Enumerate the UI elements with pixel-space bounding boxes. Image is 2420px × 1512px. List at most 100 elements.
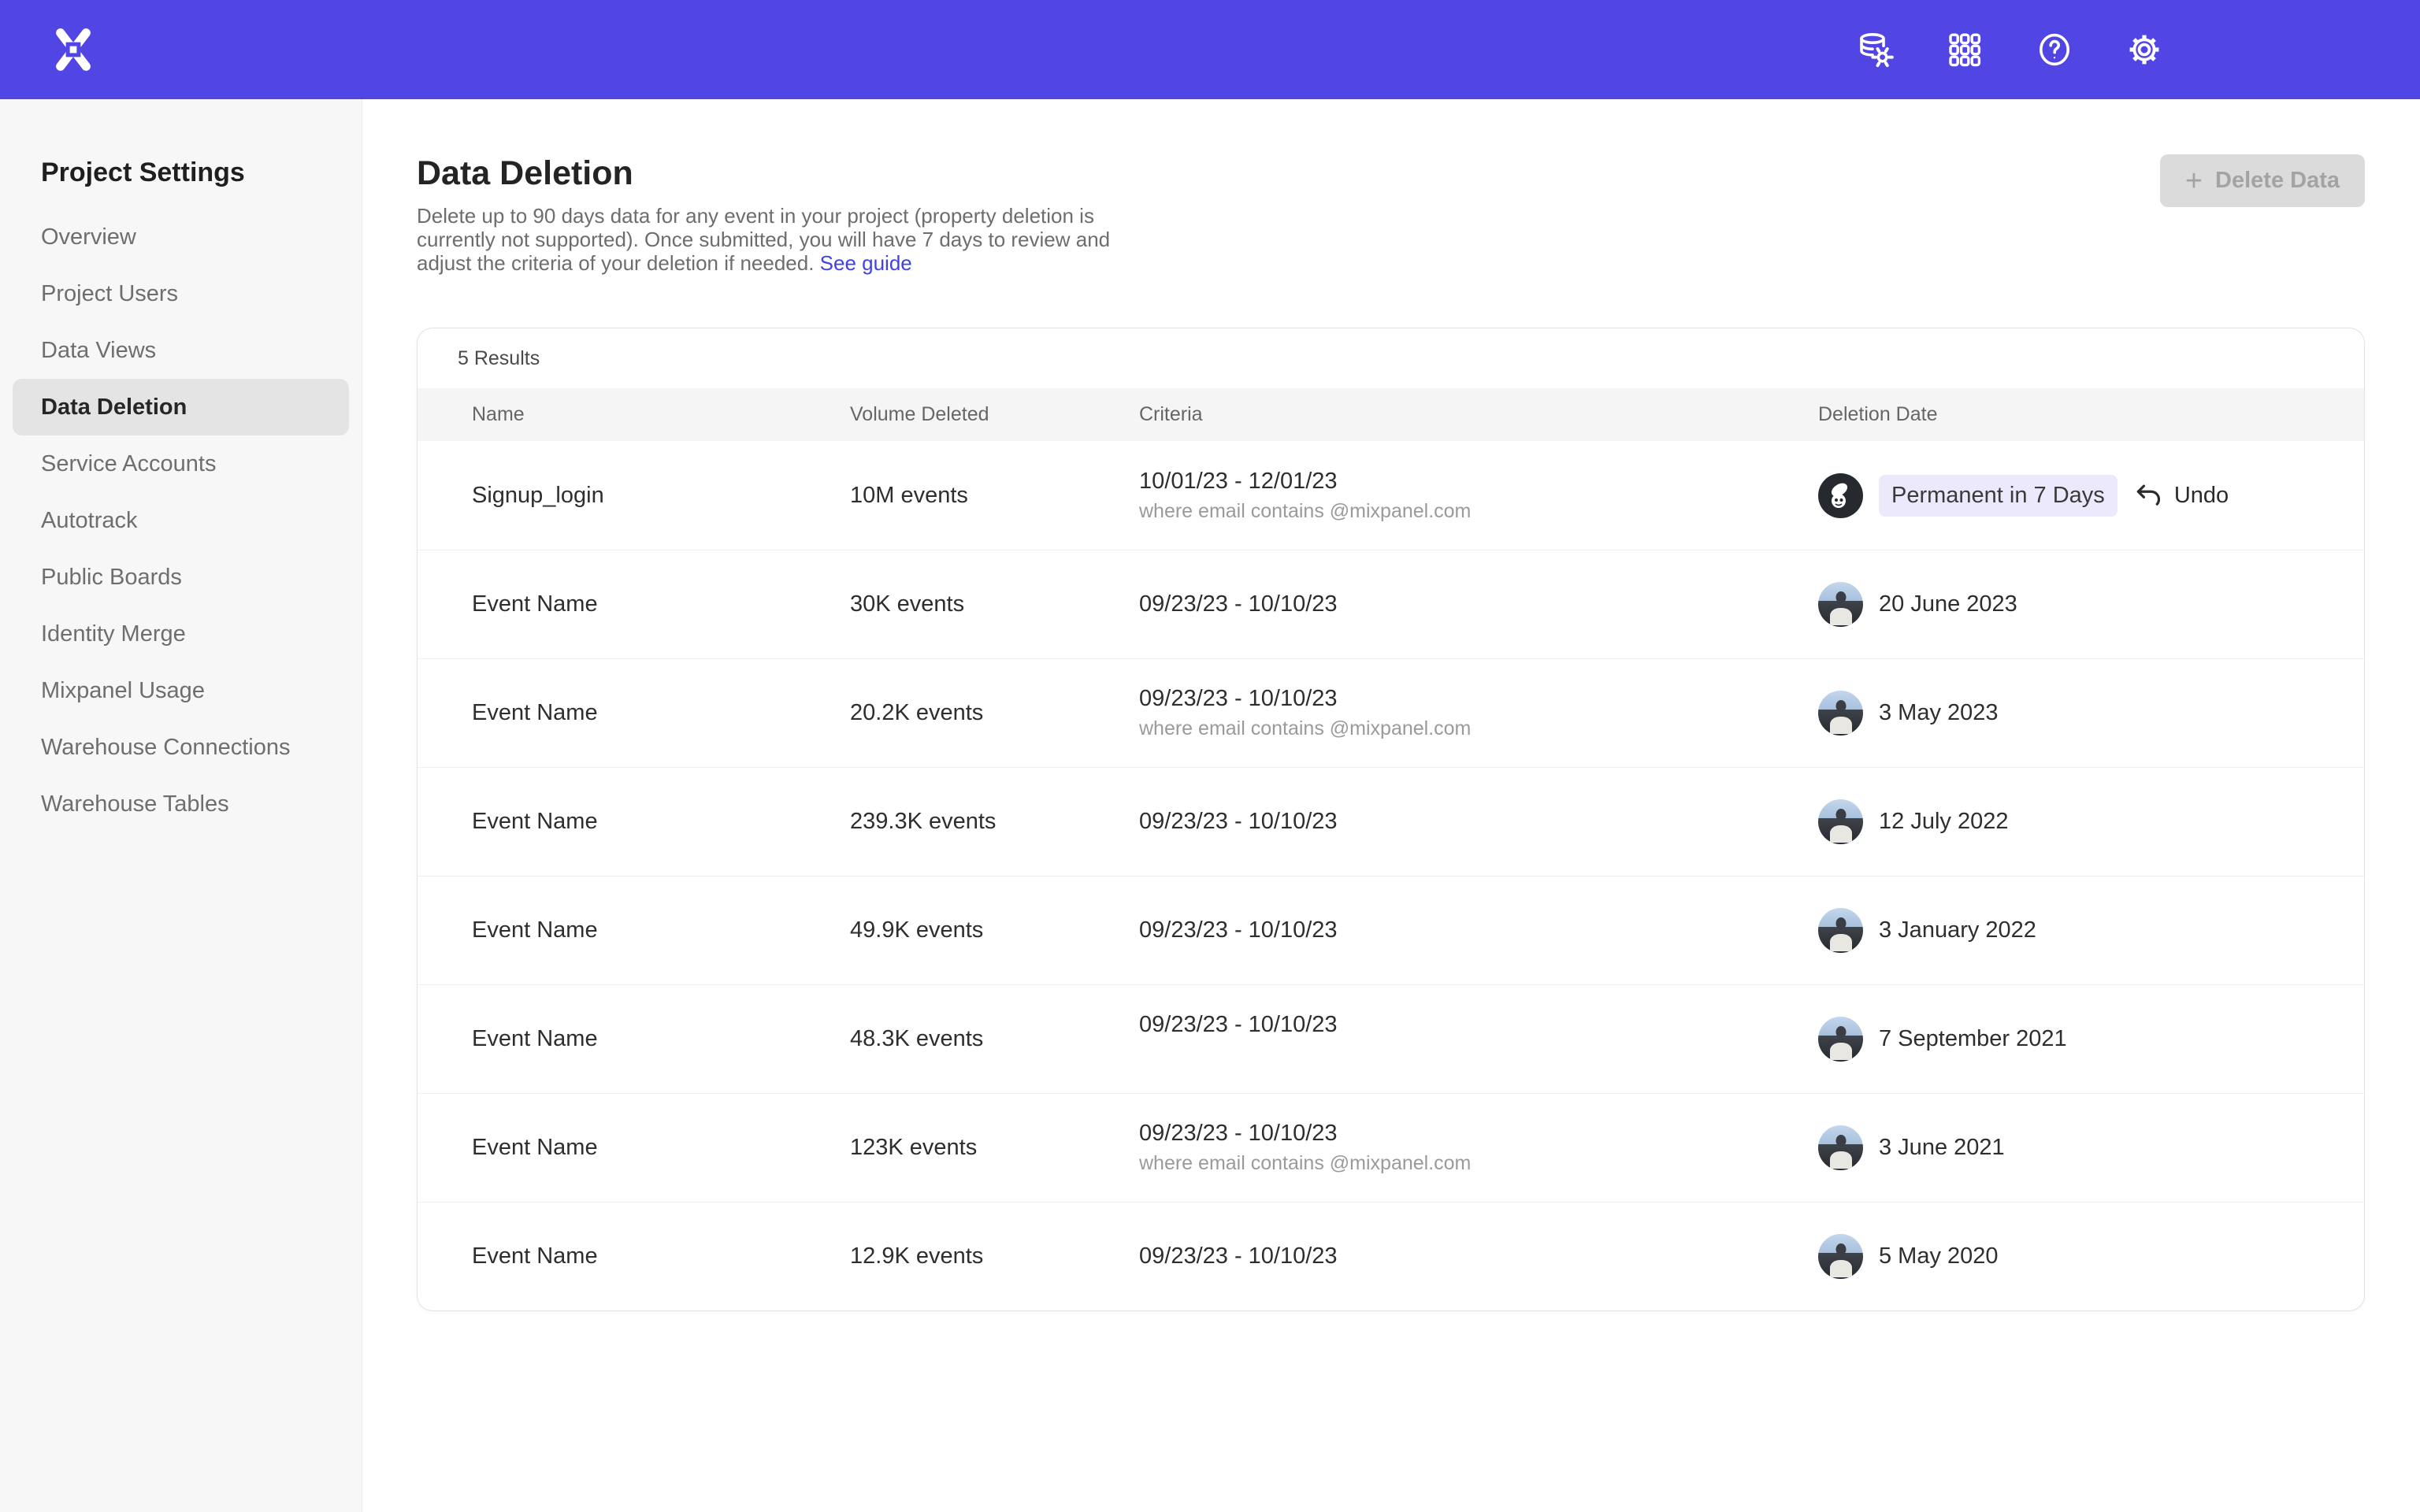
sidebar-item-project-users[interactable]: Project Users <box>13 265 349 322</box>
delete-data-button[interactable]: + Delete Data <box>2160 154 2365 207</box>
help-icon[interactable] <box>2036 31 2073 69</box>
delete-data-button-label: Delete Data <box>2215 168 2340 194</box>
apps-grid-icon[interactable] <box>1946 31 1984 69</box>
sidebar-item-public-boards[interactable]: Public Boards <box>13 549 349 606</box>
row-name: Event Name <box>472 700 850 726</box>
sidebar-item-label: Project Users <box>41 281 178 307</box>
data-management-icon[interactable] <box>1856 31 1894 69</box>
row-criteria-range: 09/23/23 - 10/10/23 <box>1139 1012 1818 1038</box>
deletion-date-text: 12 July 2022 <box>1879 809 2008 835</box>
plus-icon: + <box>2185 166 2203 196</box>
sidebar-item-label: Data Views <box>41 338 156 364</box>
table-row: Event Name 239.3K events 09/23/23 - 10/1… <box>418 767 2364 876</box>
row-criteria-range: 09/23/23 - 10/10/23 <box>1139 1121 1818 1147</box>
row-name: Signup_login <box>472 483 850 509</box>
row-name: Event Name <box>472 1026 850 1052</box>
row-deletion-date: 12 July 2022 <box>1818 799 2317 844</box>
row-volume: 239.3K events <box>850 809 1139 835</box>
sidebar-item-label: Mixpanel Usage <box>41 678 205 704</box>
user-avatar <box>1818 908 1863 953</box>
sidebar-item-label: Data Deletion <box>41 395 187 421</box>
table-row: Event Name 12.9K events 09/23/23 - 10/10… <box>418 1202 2364 1310</box>
row-criteria-subtext <box>1139 1043 1818 1066</box>
row-volume: 30K events <box>850 591 1139 617</box>
page-title: Data Deletion <box>417 154 2365 193</box>
user-avatar <box>1818 1017 1863 1062</box>
page-description-text: Delete up to 90 days data for any event … <box>417 204 1110 275</box>
column-header-volume-deleted: Volume Deleted <box>850 403 1139 426</box>
sidebar-item-autotrack[interactable]: Autotrack <box>13 492 349 549</box>
row-deletion-date: 3 January 2022 <box>1818 908 2317 953</box>
deletion-date-text: 5 May 2020 <box>1879 1243 1999 1269</box>
row-name: Event Name <box>472 1243 850 1269</box>
sidebar-item-warehouse-connections[interactable]: Warehouse Connections <box>13 719 349 776</box>
mixpanel-logo[interactable] <box>50 26 96 73</box>
sidebar-item-label: Warehouse Connections <box>41 735 291 761</box>
row-name: Event Name <box>472 591 850 617</box>
see-guide-link[interactable]: See guide <box>820 251 912 275</box>
sidebar-item-label: Overview <box>41 224 136 250</box>
table-row: Event Name 30K events 09/23/23 - 10/10/2… <box>418 550 2364 658</box>
row-criteria-subtext: where email contains @mixpanel.com <box>1139 717 1818 740</box>
top-navbar <box>0 0 2420 99</box>
column-header-criteria: Criteria <box>1139 403 1818 426</box>
sidebar-item-overview[interactable]: Overview <box>13 209 349 265</box>
row-criteria: 09/23/23 - 10/10/23 <box>1139 809 1818 835</box>
settings-icon[interactable] <box>2125 31 2163 69</box>
deletion-table-card: 5 Results Name Volume Deleted Criteria D… <box>417 328 2365 1311</box>
table-row: Event Name 20.2K events 09/23/23 - 10/10… <box>418 658 2364 767</box>
user-avatar <box>1818 1125 1863 1170</box>
sidebar-item-label: Identity Merge <box>41 621 186 647</box>
table-row: Event Name 49.9K events 09/23/23 - 10/10… <box>418 876 2364 984</box>
row-criteria: 09/23/23 - 10/10/23 where email contains… <box>1139 1121 1818 1175</box>
row-criteria-range: 09/23/23 - 10/10/23 <box>1139 809 1818 835</box>
row-name: Event Name <box>472 917 850 943</box>
deletion-date-text: 7 September 2021 <box>1879 1026 2067 1052</box>
column-header-deletion-date: Deletion Date <box>1818 403 2364 426</box>
row-deletion-date: 3 May 2023 <box>1818 691 2317 736</box>
table-body: Signup_login 10M events 10/01/23 - 12/01… <box>418 441 2364 1310</box>
user-avatar <box>1818 582 1863 627</box>
undo-label: Undo <box>2174 483 2229 509</box>
sidebar-item-warehouse-tables[interactable]: Warehouse Tables <box>13 776 349 832</box>
user-avatar <box>1818 1234 1863 1279</box>
row-deletion-date: 7 September 2021 <box>1818 1017 2317 1062</box>
sidebar-title: Project Settings <box>41 158 362 188</box>
undo-icon <box>2133 480 2163 510</box>
sidebar-item-data-deletion[interactable]: Data Deletion <box>13 379 349 435</box>
row-volume: 12.9K events <box>850 1243 1139 1269</box>
row-criteria: 09/23/23 - 10/10/23 <box>1139 591 1818 617</box>
sidebar-item-mixpanel-usage[interactable]: Mixpanel Usage <box>13 662 349 719</box>
row-volume: 49.9K events <box>850 917 1139 943</box>
row-volume: 123K events <box>850 1135 1139 1161</box>
deletion-date-text: 20 June 2023 <box>1879 591 2017 617</box>
row-criteria-range: 09/23/23 - 10/10/23 <box>1139 1243 1818 1269</box>
row-criteria: 10/01/23 - 12/01/23 where email contains… <box>1139 469 1818 523</box>
table-header-row: Name Volume Deleted Criteria Deletion Da… <box>418 388 2364 441</box>
sidebar-item-label: Public Boards <box>41 565 182 591</box>
results-count: 5 Results <box>418 328 2364 388</box>
sidebar-item-service-accounts[interactable]: Service Accounts <box>13 435 349 492</box>
row-deletion-date: 3 June 2021 <box>1818 1125 2317 1170</box>
row-criteria-subtext: where email contains @mixpanel.com <box>1139 500 1818 523</box>
row-criteria-range: 10/01/23 - 12/01/23 <box>1139 469 1818 495</box>
row-volume: 48.3K events <box>850 1026 1139 1052</box>
table-row: Signup_login 10M events 10/01/23 - 12/01… <box>418 441 2364 550</box>
sidebar-item-identity-merge[interactable]: Identity Merge <box>13 606 349 662</box>
table-row: Event Name 48.3K events 09/23/23 - 10/10… <box>418 984 2364 1093</box>
deletion-date-text: 3 January 2022 <box>1879 917 2036 943</box>
page-description: Delete up to 90 days data for any event … <box>417 204 1113 275</box>
row-name: Event Name <box>472 809 850 835</box>
status-badge: Permanent in 7 Days <box>1879 475 2118 517</box>
row-criteria: 09/23/23 - 10/10/23 <box>1139 917 1818 943</box>
row-deletion-date: 5 May 2020 <box>1818 1234 2317 1279</box>
sidebar-item-label: Warehouse Tables <box>41 791 229 817</box>
deletion-date-text: 3 May 2023 <box>1879 700 1999 726</box>
sidebar-item-data-views[interactable]: Data Views <box>13 322 349 379</box>
sidebar-nav-list: Overview Project Users Data Views Data D… <box>0 209 362 832</box>
table-row: Event Name 123K events 09/23/23 - 10/10/… <box>418 1093 2364 1202</box>
sidebar-item-label: Autotrack <box>41 508 138 534</box>
undo-button[interactable]: Undo <box>2133 480 2229 510</box>
row-volume: 10M events <box>850 483 1139 509</box>
row-criteria: 09/23/23 - 10/10/23 where email contains… <box>1139 686 1818 740</box>
